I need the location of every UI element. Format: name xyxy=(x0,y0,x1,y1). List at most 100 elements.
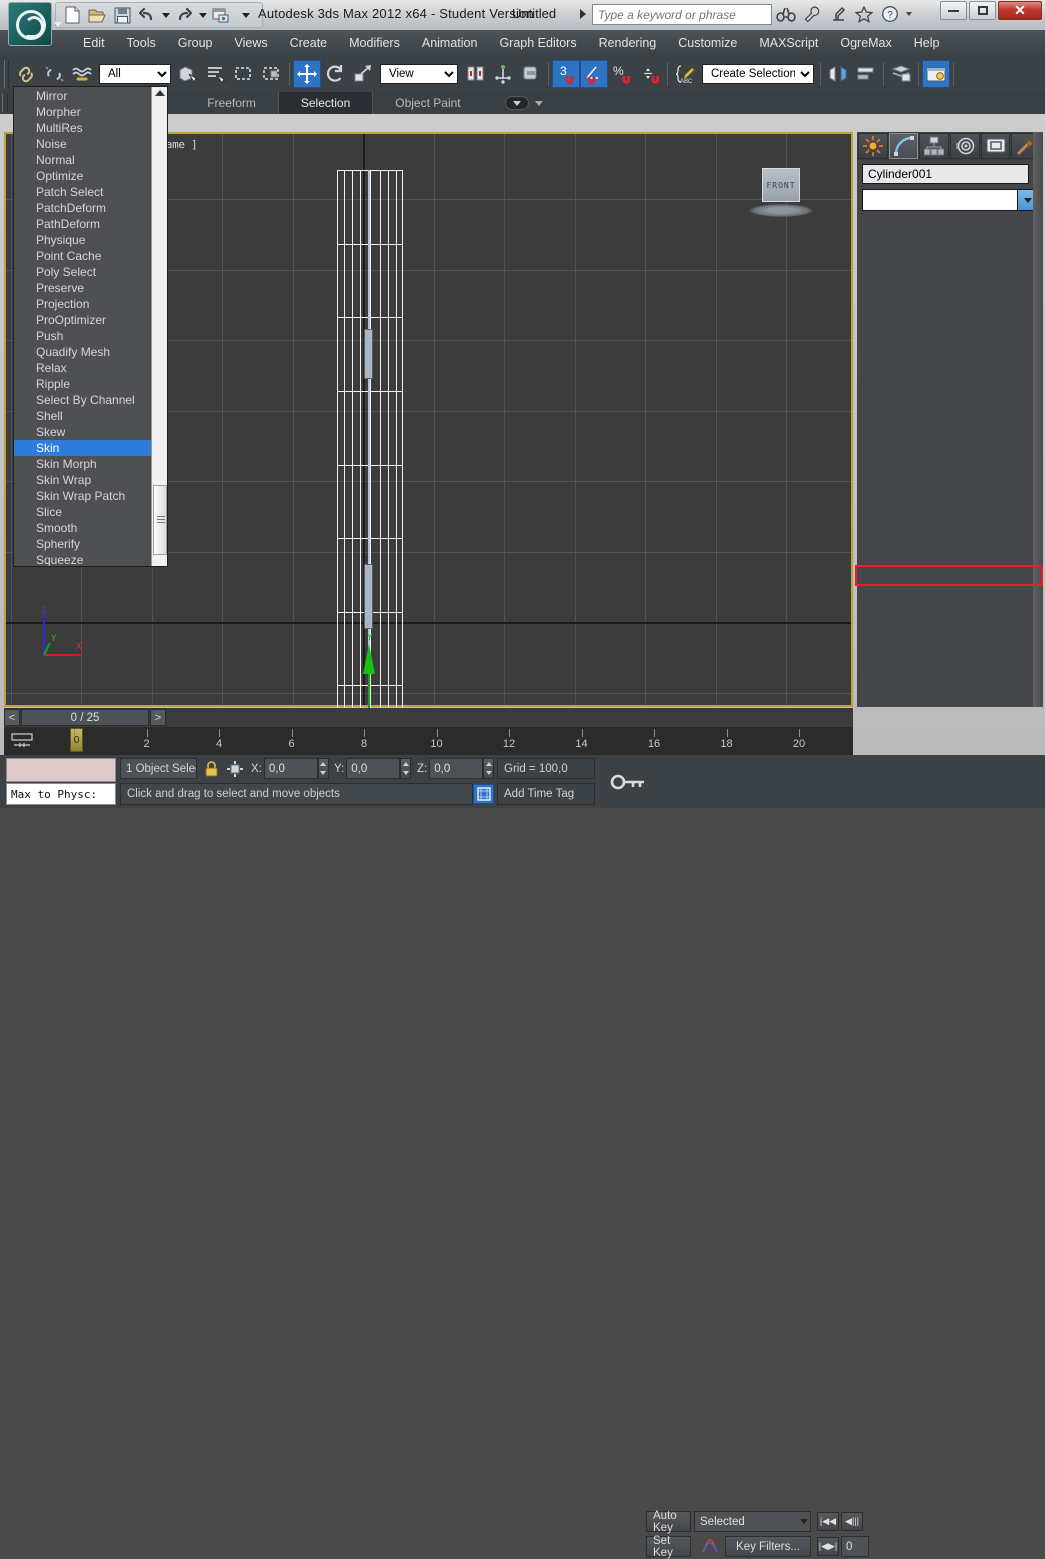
maximize-button[interactable] xyxy=(969,1,996,20)
undo-dropdown-arrow-icon[interactable] xyxy=(161,4,170,26)
previous-frame-nav-button[interactable]: ◀||| xyxy=(841,1512,863,1531)
edit-named-selection-icon[interactable]: ABC xyxy=(671,60,699,88)
select-and-link-icon[interactable] xyxy=(12,60,40,88)
viewcube[interactable]: FRONT xyxy=(759,168,803,222)
motion-tab[interactable] xyxy=(950,133,980,159)
menu-item-modifiers[interactable]: Modifiers xyxy=(338,33,411,53)
close-button[interactable]: ✕ xyxy=(998,1,1042,20)
select-object-icon[interactable] xyxy=(174,60,202,88)
angle-snap-toggle-icon[interactable] xyxy=(580,60,608,88)
modifier-item-spherify[interactable]: Spherify xyxy=(14,536,151,552)
modifier-item-patch-select[interactable]: Patch Select xyxy=(14,184,151,200)
hierarchy-tab[interactable] xyxy=(919,133,949,159)
menu-item-customize[interactable]: Customize xyxy=(667,33,748,53)
menu-item-animation[interactable]: Animation xyxy=(411,33,489,53)
modifier-item-push[interactable]: Push xyxy=(14,328,151,344)
modifier-item-multires[interactable]: MultiRes xyxy=(14,120,151,136)
menu-item-views[interactable]: Views xyxy=(223,33,278,53)
go-to-start-button[interactable]: |◀◀ xyxy=(817,1512,839,1531)
object-name-field[interactable] xyxy=(862,164,1029,184)
key-curve-icon[interactable] xyxy=(698,1535,722,1557)
layer-manager-icon[interactable] xyxy=(887,60,915,88)
snap-toggle-icon[interactable] xyxy=(517,60,545,88)
select-by-name-icon[interactable] xyxy=(202,60,230,88)
maxscript-mini-listener[interactable] xyxy=(6,758,116,782)
menu-item-group[interactable]: Group xyxy=(167,33,224,53)
scroll-up-arrow-icon[interactable] xyxy=(155,90,165,96)
menu-item-ogremax[interactable]: OgreMax xyxy=(829,33,902,53)
help-icon[interactable]: ? xyxy=(879,3,901,25)
application-menu-button[interactable] xyxy=(8,2,52,46)
previous-frame-button[interactable]: < xyxy=(4,709,20,726)
modifier-item-preserve[interactable]: Preserve xyxy=(14,280,151,296)
set-key-button[interactable]: Set Key xyxy=(646,1536,691,1557)
ribbon-minimize-icon[interactable] xyxy=(505,96,529,110)
modifier-item-shell[interactable]: Shell xyxy=(14,408,151,424)
new-file-icon[interactable] xyxy=(61,4,83,26)
ribbon-options-arrow-icon[interactable] xyxy=(535,101,543,106)
open-file-icon[interactable] xyxy=(86,4,108,26)
spinner-snap-toggle-icon[interactable] xyxy=(636,60,664,88)
use-center-flyout-icon[interactable] xyxy=(461,60,489,88)
window-crossing-icon[interactable] xyxy=(258,60,286,88)
infocenter-expand-icon[interactable] xyxy=(580,9,586,19)
ribbon-grip[interactable] xyxy=(2,94,8,112)
current-frame-display[interactable]: 0 / 25 xyxy=(21,709,149,726)
auto-key-button[interactable]: Auto Key xyxy=(646,1511,691,1532)
mirror-icon[interactable] xyxy=(824,60,852,88)
toolbar-grip[interactable] xyxy=(4,60,9,88)
modifier-list-combobox[interactable] xyxy=(862,189,1038,211)
coord-z-spinner[interactable] xyxy=(483,758,494,779)
frame-number-field[interactable]: 0 xyxy=(841,1536,869,1557)
coord-x-field[interactable]: 0,0 xyxy=(264,758,318,779)
track-bar[interactable]: 0 2468101214161820 xyxy=(4,727,853,755)
key-filters-button[interactable]: Key Filters... xyxy=(725,1536,811,1557)
add-time-tag-label[interactable]: Add Time Tag xyxy=(497,783,595,805)
select-and-rotate-icon[interactable] xyxy=(321,60,349,88)
adaptive-degradation-icon[interactable] xyxy=(473,784,494,804)
ribbon-tab-object-paint[interactable]: Object Paint xyxy=(373,92,482,114)
menu-item-rendering[interactable]: Rendering xyxy=(588,33,668,53)
time-slider-handle[interactable]: 0 xyxy=(70,728,83,752)
undo-icon[interactable] xyxy=(136,4,158,26)
create-tab[interactable] xyxy=(858,133,888,159)
modifier-item-normal[interactable]: Normal xyxy=(14,152,151,168)
modifier-item-skin-morph[interactable]: Skin Morph xyxy=(14,456,151,472)
modifier-item-pathdeform[interactable]: PathDeform xyxy=(14,216,151,232)
modifier-list-scroll-thumb[interactable] xyxy=(153,485,167,555)
modifier-item-skin-wrap[interactable]: Skin Wrap xyxy=(14,472,151,488)
modifier-item-slice[interactable]: Slice xyxy=(14,504,151,520)
menu-item-maxscript[interactable]: MAXScript xyxy=(748,33,829,53)
binoculars-icon[interactable] xyxy=(775,3,797,25)
modifier-list-scrollbar[interactable] xyxy=(151,87,167,566)
command-panel-scrollbar[interactable] xyxy=(1033,132,1043,707)
open-mini-curve-editor-icon[interactable] xyxy=(7,730,37,752)
modifier-item-squeeze[interactable]: Squeeze xyxy=(14,552,151,567)
selection-mode-arrow-icon[interactable] xyxy=(800,1519,808,1524)
modifier-item-point-cache[interactable]: Point Cache xyxy=(14,248,151,264)
minimize-button[interactable] xyxy=(940,1,967,20)
modifier-item-skin[interactable]: Skin xyxy=(14,440,151,456)
key-mode-toggle-icon[interactable] xyxy=(604,767,654,797)
modifier-item-noise[interactable]: Noise xyxy=(14,136,151,152)
modifier-item-projection[interactable]: Projection xyxy=(14,296,151,312)
wrench-icon[interactable] xyxy=(801,3,823,25)
star-icon[interactable] xyxy=(853,3,875,25)
go-to-end-button[interactable]: |◀▶| xyxy=(817,1537,839,1556)
ribbon-tab-freeform[interactable]: Freeform xyxy=(185,92,278,114)
customize-qat-icon[interactable] xyxy=(235,4,257,26)
modifier-item-physique[interactable]: Physique xyxy=(14,232,151,248)
bind-to-space-warp-icon[interactable] xyxy=(68,60,96,88)
selection-filter-dropdown[interactable]: All xyxy=(99,64,171,84)
select-and-scale-icon[interactable] xyxy=(349,60,377,88)
snaps-toggle-3-icon[interactable]: 3 xyxy=(552,60,580,88)
coord-z-field[interactable]: 0,0 xyxy=(429,758,483,779)
save-file-icon[interactable] xyxy=(111,4,133,26)
application-menu-arrow-icon[interactable] xyxy=(54,22,62,27)
modify-tab[interactable] xyxy=(889,133,919,159)
lock-selection-icon[interactable] xyxy=(200,758,222,779)
coord-x-spinner[interactable] xyxy=(318,758,329,779)
named-selection-set-input[interactable]: Create Selection Se xyxy=(702,64,814,84)
modifier-item-mirror[interactable]: Mirror xyxy=(14,88,151,104)
modifier-item-select-by-channel[interactable]: Select By Channel xyxy=(14,392,151,408)
